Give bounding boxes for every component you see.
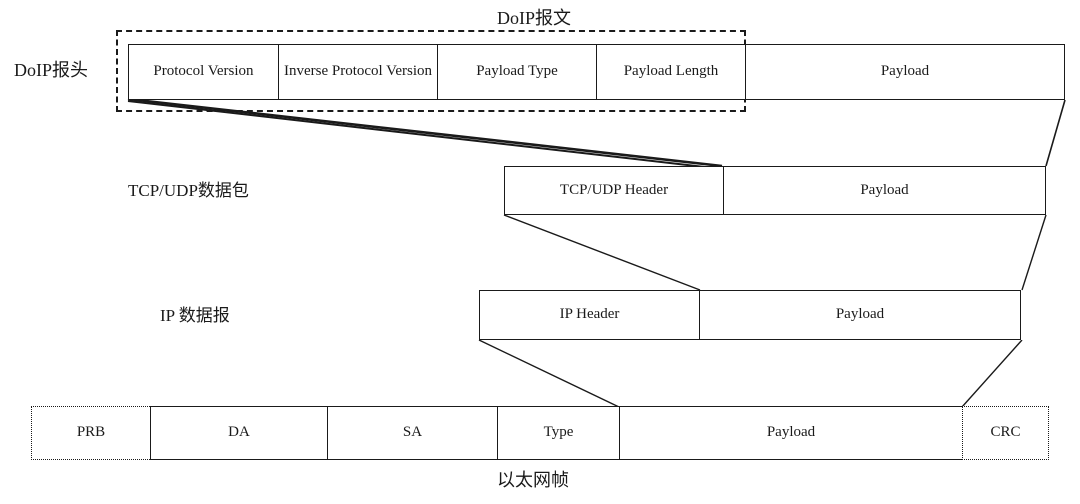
doip-cell-payload[interactable]: Payload bbox=[745, 44, 1065, 100]
ethernet-cell-prb[interactable]: PRB bbox=[31, 406, 150, 460]
ip-datagram-label: IP 数据报 bbox=[160, 306, 230, 325]
tcp-udp-packet-label: TCP/UDP数据包 bbox=[128, 181, 249, 200]
tcp-udp-packet-row: TCP/UDP Header Payload bbox=[504, 166, 1046, 215]
ethernet-cell-sa[interactable]: SA bbox=[327, 406, 497, 460]
doip-cell-payload-type[interactable]: Payload Type bbox=[437, 44, 596, 100]
ethernet-frame-row: PRB DA SA Type Payload CRC bbox=[31, 406, 1049, 460]
tcp-udp-cell-payload[interactable]: Payload bbox=[723, 166, 1046, 215]
doip-cell-inverse-protocol-version[interactable]: Inverse Protocol Version bbox=[278, 44, 437, 100]
ethernet-frame-label: 以太网帧 bbox=[497, 470, 569, 490]
doip-header-label: DoIP报头 bbox=[14, 60, 89, 80]
ethernet-cell-type[interactable]: Type bbox=[497, 406, 619, 460]
tcp-udp-cell-header[interactable]: TCP/UDP Header bbox=[504, 166, 723, 215]
doip-cell-protocol-version[interactable]: Protocol Version bbox=[128, 44, 278, 100]
ip-cell-payload[interactable]: Payload bbox=[699, 290, 1021, 340]
ethernet-cell-payload[interactable]: Payload bbox=[619, 406, 962, 460]
doip-message-row: Protocol Version Inverse Protocol Versio… bbox=[128, 44, 1065, 100]
doip-message-label: DoIP报文 bbox=[497, 8, 572, 28]
ip-cell-header[interactable]: IP Header bbox=[479, 290, 699, 340]
ethernet-cell-da[interactable]: DA bbox=[150, 406, 327, 460]
ethernet-cell-crc[interactable]: CRC bbox=[962, 406, 1049, 460]
ip-datagram-row: IP Header Payload bbox=[479, 290, 1022, 340]
encapsulation-diagram: DoIP报文 DoIP报头 Protocol Version Inverse P… bbox=[0, 0, 1080, 504]
doip-cell-payload-length[interactable]: Payload Length bbox=[596, 44, 745, 100]
